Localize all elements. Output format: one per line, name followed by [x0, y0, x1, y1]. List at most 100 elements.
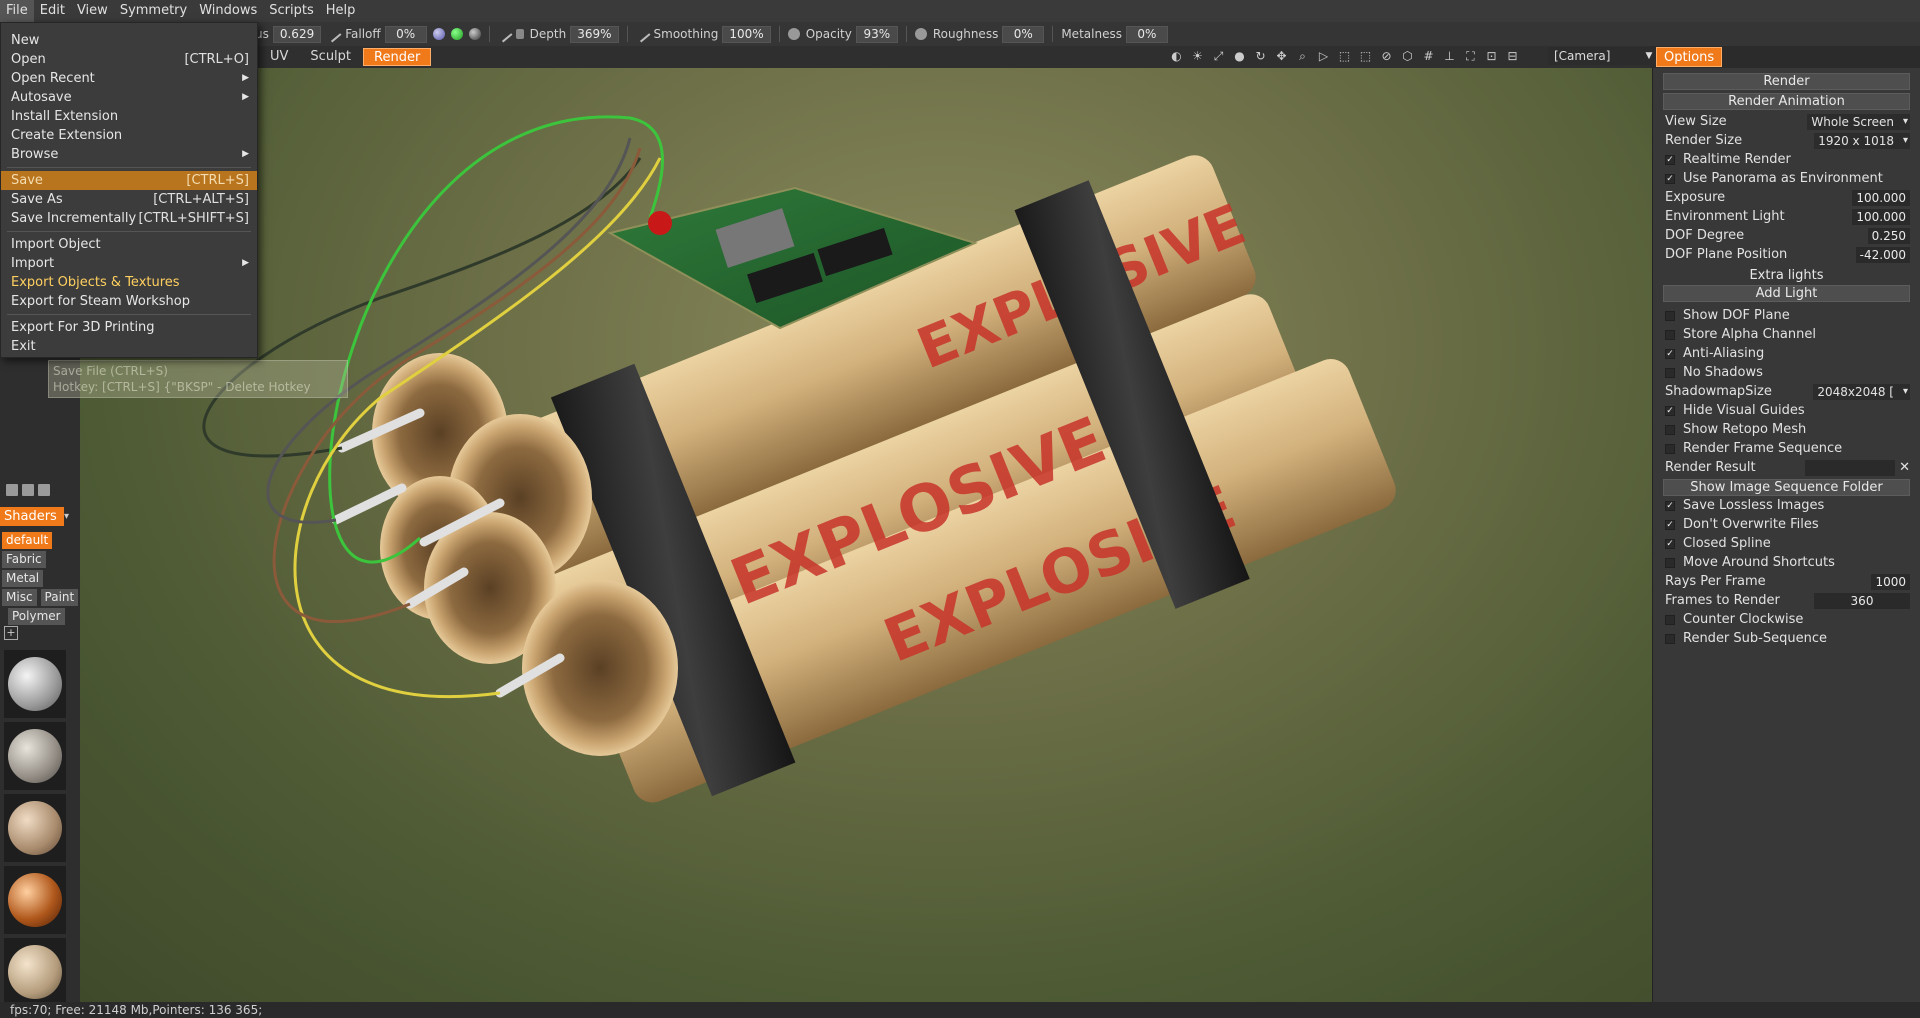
render-button[interactable]: Render — [1663, 73, 1910, 90]
tab-uv[interactable]: UV — [260, 48, 298, 66]
menu-scripts[interactable]: Scripts — [263, 0, 319, 22]
anti-aliasing-row[interactable]: ✓ Anti-Aliasing — [1653, 344, 1920, 363]
menu-item-install-extension[interactable]: Install Extension — [1, 107, 257, 126]
exposure-row[interactable]: Exposure 100.000 — [1653, 188, 1920, 207]
render-size-select[interactable]: 1920 x 1018 — [1814, 132, 1910, 149]
menu-item-exit[interactable]: Exit — [1, 337, 257, 356]
camera-select[interactable]: [Camera] ▼ — [1548, 47, 1656, 65]
drop-icon[interactable]: ● — [1231, 48, 1248, 65]
realtime-render-row[interactable]: ✓ Realtime Render — [1653, 150, 1920, 169]
menu-item-new[interactable]: New — [1, 31, 257, 50]
axis-icon[interactable]: ⊥ — [1441, 48, 1458, 65]
shader-tab-fabric[interactable]: Fabric — [2, 551, 46, 568]
menu-item-save-incrementally[interactable]: Save Incrementally [CTRL+SHIFT+S] — [1, 209, 257, 228]
roughness-icon[interactable] — [914, 28, 927, 40]
shader-ball[interactable] — [4, 866, 66, 934]
render-animation-button[interactable]: Render Animation — [1663, 93, 1910, 110]
shader-ball[interactable] — [4, 794, 66, 862]
chevron-down-icon[interactable]: ▾ — [64, 507, 74, 526]
3d-viewport[interactable]: EXPLOSIVE EXPLOSIVE EXPLOSIVE — [80, 68, 1652, 1002]
add-shader-icon[interactable]: + — [4, 626, 18, 640]
falloff-control[interactable]: Falloff 0% — [345, 25, 427, 43]
blue-sphere-icon[interactable] — [432, 28, 445, 40]
menu-item-import-object[interactable]: Import Object — [1, 235, 257, 254]
checkbox[interactable] — [1665, 367, 1675, 378]
dof-plane-row[interactable]: DOF Plane Position -42.000 — [1653, 245, 1920, 264]
shader-ball[interactable] — [4, 722, 66, 790]
frame-icon[interactable]: ⬚ — [1357, 48, 1374, 65]
menu-windows[interactable]: Windows — [193, 0, 263, 22]
checkbox[interactable] — [1665, 614, 1675, 625]
shader-tab-polymer[interactable]: Polymer — [8, 608, 65, 625]
checkbox[interactable]: ✓ — [1665, 154, 1675, 165]
menu-item-open[interactable]: Open [CTRL+O] — [1, 50, 257, 69]
smoothing-control[interactable]: Smoothing 100% — [654, 25, 771, 43]
show-image-sequence-button[interactable]: Show Image Sequence Folder — [1663, 479, 1910, 496]
roughness-value[interactable]: 0% — [1002, 25, 1045, 43]
shader-tab-metal[interactable]: Metal — [2, 570, 44, 587]
render-subseq-row[interactable]: Render Sub-Sequence — [1653, 629, 1920, 648]
store-alpha-row[interactable]: Store Alpha Channel — [1653, 325, 1920, 344]
maximize-icon[interactable]: ⛶ — [1462, 48, 1479, 65]
pencil-icon[interactable] — [495, 25, 513, 43]
menu-item-export-3d-printing[interactable]: Export For 3D Printing — [1, 318, 257, 337]
menu-symmetry[interactable]: Symmetry — [114, 0, 193, 22]
menu-item-save-as[interactable]: Save As [CTRL+ALT+S] — [1, 190, 257, 209]
hide-guides-row[interactable]: ✓ Hide Visual Guides — [1653, 401, 1920, 420]
dof-degree-row[interactable]: DOF Degree 0.250 — [1653, 226, 1920, 245]
checkbox[interactable] — [1665, 310, 1675, 321]
frames-row[interactable]: Frames to Render 360 — [1653, 591, 1920, 610]
show-retopo-row[interactable]: Show Retopo Mesh — [1653, 420, 1920, 439]
menu-edit[interactable]: Edit — [34, 0, 71, 22]
shader-tab-misc[interactable]: Misc — [2, 589, 37, 606]
checkbox[interactable]: ✓ — [1665, 500, 1675, 511]
checkbox[interactable]: ✓ — [1665, 348, 1675, 359]
hide-icon[interactable]: ⊘ — [1378, 48, 1395, 65]
radius-control[interactable]: us 0.629 — [255, 25, 322, 43]
menu-item-export-steam[interactable]: Export for Steam Workshop — [1, 292, 257, 311]
env-light-value[interactable]: 100.000 — [1852, 208, 1910, 225]
roughness-control[interactable]: Roughness 0% — [933, 25, 1045, 43]
tab-render[interactable]: Render — [363, 48, 432, 66]
green-sphere-icon[interactable] — [450, 28, 463, 40]
tab-sculpt[interactable]: Sculpt — [300, 48, 361, 66]
smoothing-value[interactable]: 100% — [722, 25, 771, 43]
checkbox[interactable] — [1665, 424, 1675, 435]
move-icon[interactable]: ✥ — [1273, 48, 1290, 65]
closed-spline-row[interactable]: ✓ Closed Spline — [1653, 534, 1920, 553]
layout-icon[interactable]: ⊟ — [1504, 48, 1521, 65]
menu-file[interactable]: File — [0, 0, 34, 22]
dont-overwrite-row[interactable]: ✓ Don't Overwrite Files — [1653, 515, 1920, 534]
checkbox[interactable] — [1665, 633, 1675, 644]
rays-value[interactable]: 1000 — [1871, 573, 1910, 590]
menu-item-open-recent[interactable]: Open Recent ▶ — [1, 69, 257, 88]
gray-sphere-icon[interactable] — [468, 28, 481, 40]
save-icon[interactable] — [38, 484, 50, 496]
rotate-icon[interactable]: ↻ — [1252, 48, 1269, 65]
close-icon[interactable]: ✕ — [1899, 460, 1910, 475]
folder-icon[interactable] — [6, 484, 18, 496]
trash-icon[interactable] — [22, 484, 34, 496]
view-size-select[interactable]: Whole Screen — [1807, 113, 1910, 130]
render-frame-seq-row[interactable]: Render Frame Sequence — [1653, 439, 1920, 458]
menu-item-import[interactable]: Import ▶ — [1, 254, 257, 273]
radius-value[interactable]: 0.629 — [272, 25, 322, 43]
checkbox[interactable] — [1665, 329, 1675, 340]
zoom-icon[interactable]: ⌕ — [1294, 48, 1311, 65]
shader-tab-default[interactable]: default — [2, 532, 53, 549]
options-tab[interactable]: Options — [1656, 47, 1723, 67]
move-around-row[interactable]: Move Around Shortcuts — [1653, 553, 1920, 572]
cube-icon[interactable]: ⬡ — [1399, 48, 1416, 65]
shaders-header[interactable]: Shaders — [0, 507, 64, 526]
save-lossless-row[interactable]: ✓ Save Lossless Images — [1653, 496, 1920, 515]
opacity-value[interactable]: 93% — [855, 25, 898, 43]
falloff-value[interactable]: 0% — [384, 25, 427, 43]
lock-icon[interactable] — [515, 29, 524, 39]
checkbox[interactable] — [1665, 443, 1675, 454]
shading-icon[interactable]: ◐ — [1168, 48, 1185, 65]
render-result-field[interactable] — [1805, 459, 1896, 476]
exposure-value[interactable]: 100.000 — [1852, 189, 1910, 206]
menu-item-save[interactable]: Save [CTRL+S] — [1, 171, 257, 190]
metalness-control[interactable]: Metalness 0% — [1061, 25, 1168, 43]
checkbox[interactable]: ✓ — [1665, 519, 1675, 530]
